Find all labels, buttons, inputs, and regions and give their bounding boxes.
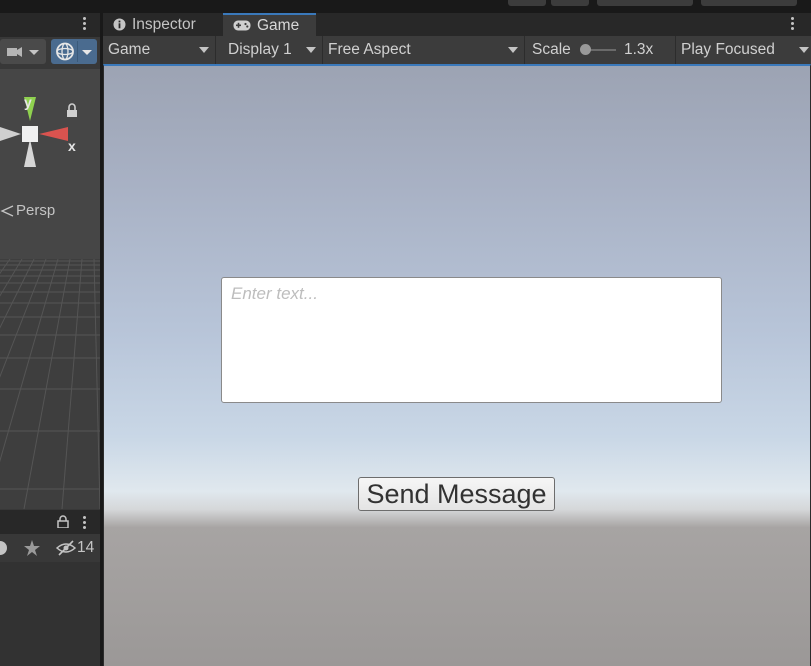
gizmos-toggle[interactable] <box>51 39 97 64</box>
gizmo-y-label: y <box>24 94 32 110</box>
game-toolbar: Game Display 1 Free Aspect Scale 1.3x Pl… <box>103 36 811 64</box>
lock-icon[interactable] <box>67 103 77 117</box>
top-toolbar-button[interactable] <box>701 0 797 6</box>
info-icon <box>113 18 126 31</box>
aspect-value: Free Aspect <box>328 41 411 58</box>
tab-inspector-label: Inspector <box>132 15 196 33</box>
hierarchy-list[interactable] <box>0 562 100 666</box>
scene-grid <box>0 259 100 509</box>
more-options-icon[interactable] <box>791 17 794 30</box>
scale-control: Scale 1.3x <box>526 36 676 64</box>
scale-label: Scale <box>532 41 571 58</box>
send-message-button[interactable]: Send Message <box>358 477 555 511</box>
scene-grid-view[interactable] <box>0 259 100 509</box>
chevron-down-icon <box>199 47 209 53</box>
projection-label: Persp <box>16 202 56 219</box>
play-mode-dropdown[interactable]: Play Focused <box>676 36 811 64</box>
hidden-count: 14 <box>77 539 95 556</box>
display-dropdown[interactable]: Display 1 <box>223 36 323 64</box>
chevron-down-icon <box>799 47 809 53</box>
tab-game[interactable]: Game <box>223 13 316 36</box>
display-value: Display 1 <box>228 41 292 58</box>
top-toolbar-button[interactable] <box>597 0 693 6</box>
hierarchy-toolbar: 14 <box>0 534 100 562</box>
aspect-dropdown[interactable]: Free Aspect <box>323 36 525 64</box>
scene-visibility-icon[interactable] <box>0 540 10 556</box>
gamepad-icon <box>233 20 251 31</box>
view-mode-dropdown[interactable]: Game <box>103 36 216 64</box>
camera-mode-dropdown[interactable] <box>0 39 46 64</box>
view-mode-value: Game <box>108 41 151 58</box>
scale-slider-thumb[interactable] <box>580 44 591 55</box>
projection-toggle[interactable]: Persp <box>0 202 55 219</box>
top-toolbar-button[interactable] <box>508 0 546 6</box>
game-panel-tabbar: Inspector Game <box>103 13 811 36</box>
scene-panel: y x Persp 14 <box>0 13 100 666</box>
scale-value: 1.3x <box>624 41 654 58</box>
more-options-icon[interactable] <box>83 17 86 30</box>
lock-icon[interactable] <box>57 515 69 528</box>
perspective-icon <box>0 204 14 217</box>
more-options-icon[interactable] <box>83 516 86 529</box>
chevron-down-icon <box>306 47 316 53</box>
gizmo-x-label: x <box>68 138 76 154</box>
game-view: Send Message <box>103 64 811 666</box>
tab-game-label: Game <box>257 16 300 34</box>
orientation-gizmo[interactable] <box>0 69 100 199</box>
chevron-down-icon <box>508 47 518 53</box>
scene-panel-header <box>0 13 100 37</box>
orbit-icon <box>56 41 92 62</box>
tab-inspector[interactable]: Inspector <box>103 13 223 36</box>
star-icon[interactable] <box>24 540 40 556</box>
message-input[interactable] <box>221 277 722 403</box>
hierarchy-panel-header <box>0 510 100 534</box>
scene-gizmo-area: y x Persp <box>0 69 100 259</box>
hidden-eye-icon[interactable] <box>56 540 76 556</box>
camera-icon <box>7 47 39 57</box>
top-toolbar-button[interactable] <box>551 0 589 6</box>
play-mode-value: Play Focused <box>681 41 775 58</box>
editor-top-strip <box>0 0 811 13</box>
